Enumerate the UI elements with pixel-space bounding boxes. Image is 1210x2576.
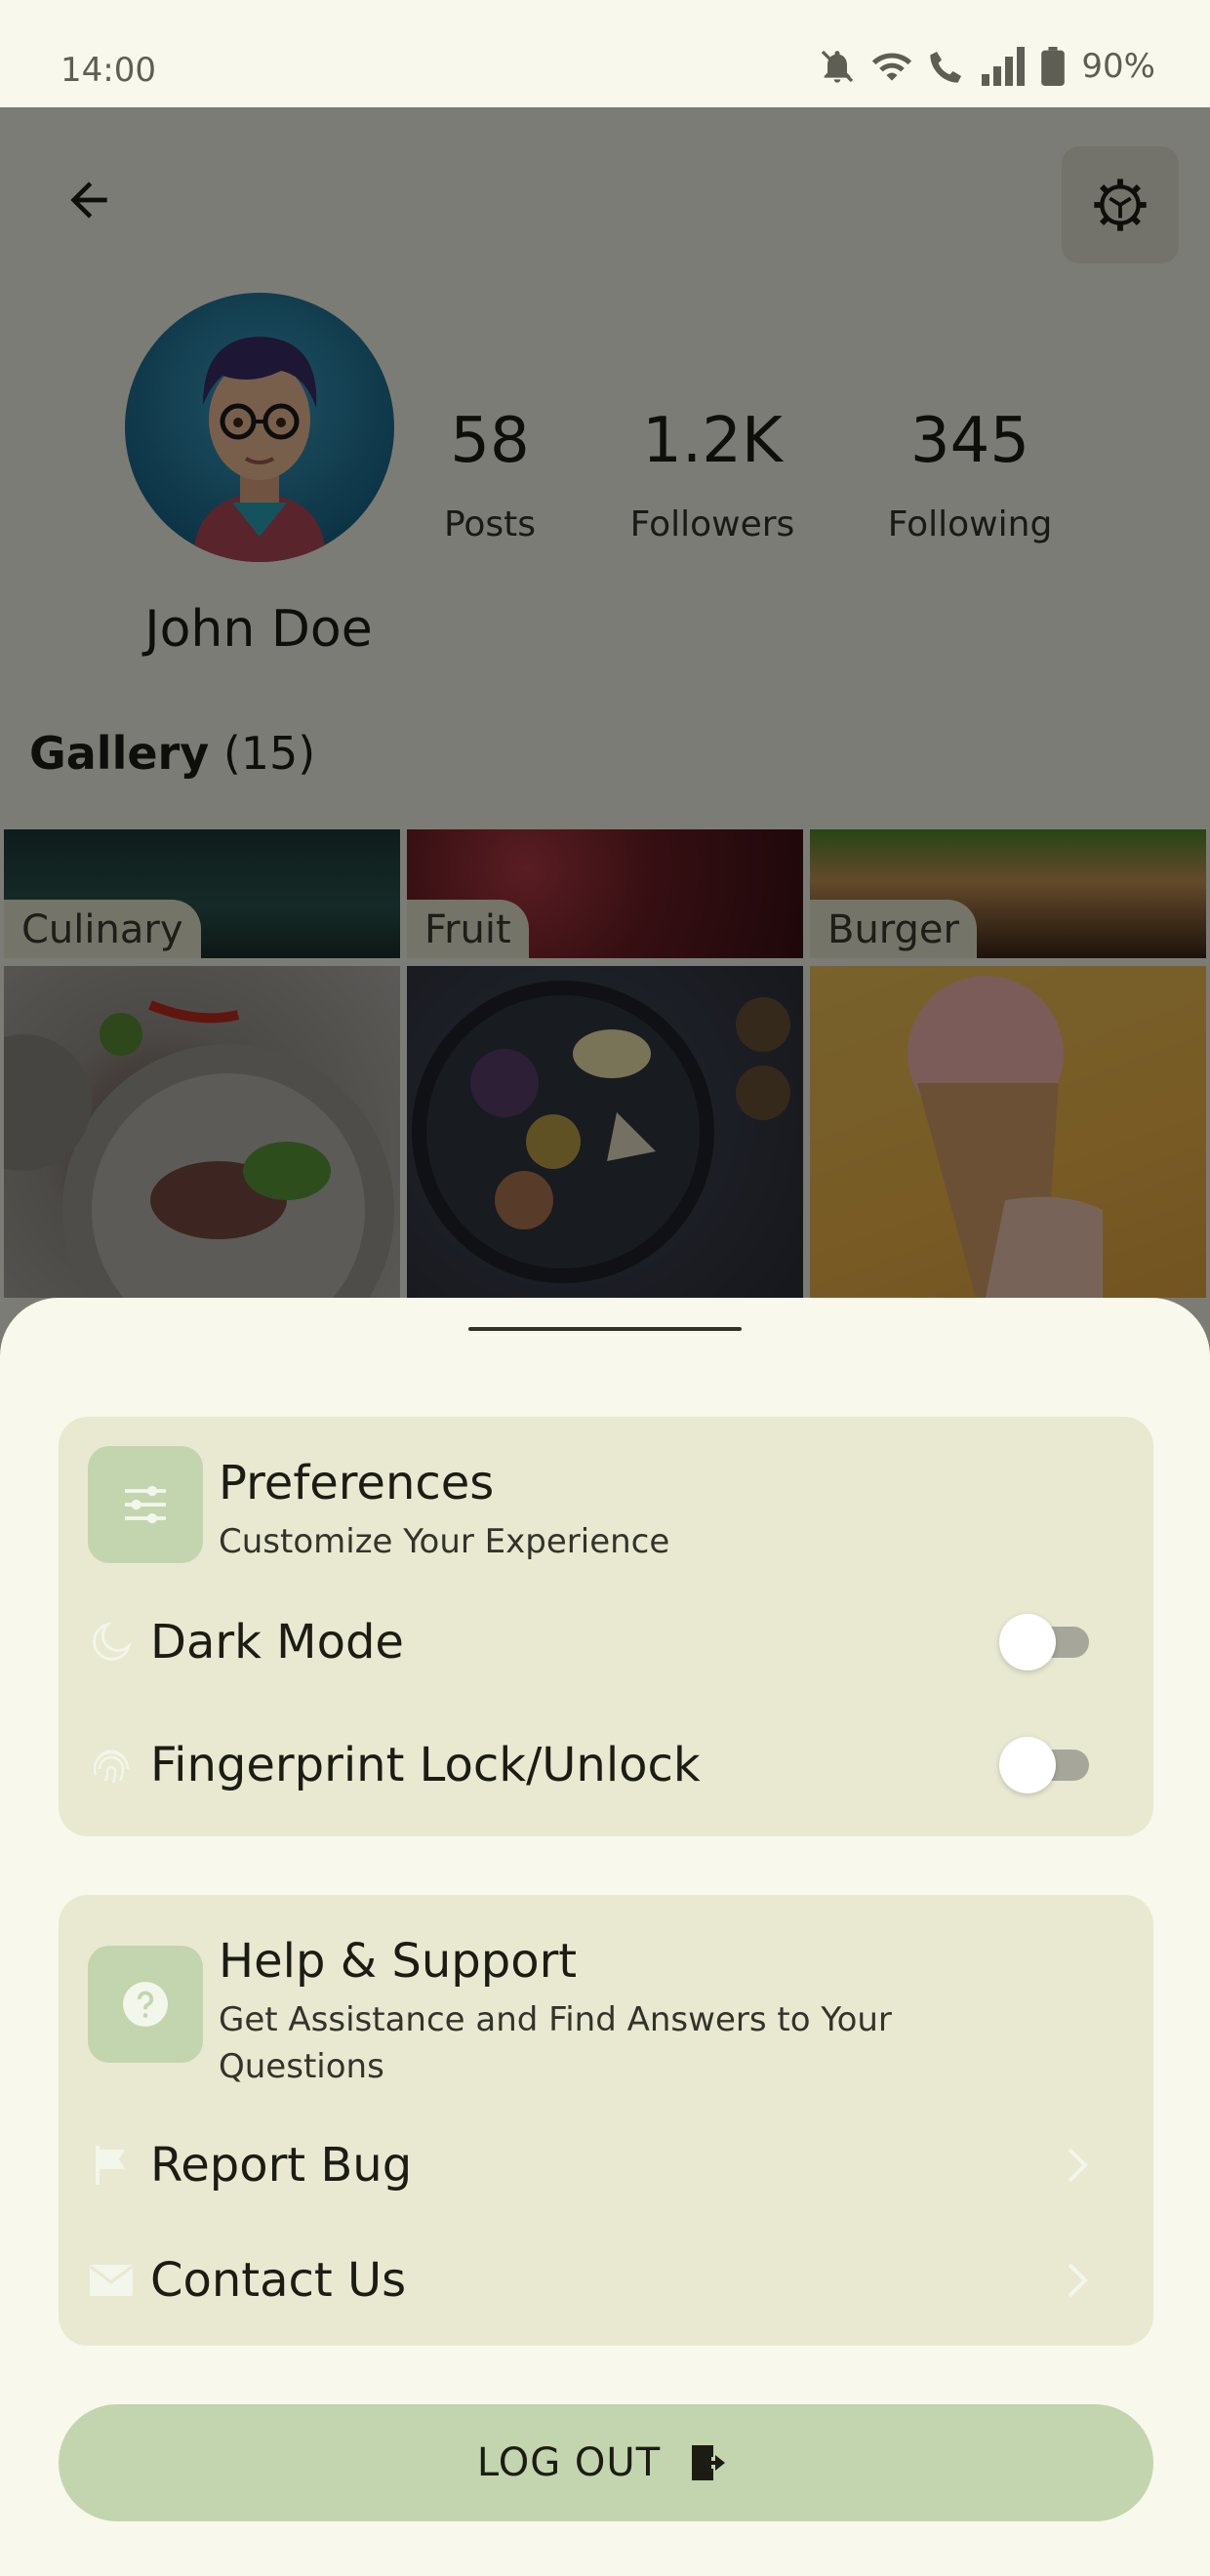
drag-handle[interactable] bbox=[468, 1327, 742, 1331]
signal-icon bbox=[980, 47, 1027, 86]
help-icon bbox=[123, 1982, 168, 2027]
row-right bbox=[1062, 2261, 1124, 2300]
dark-mode-toggle[interactable] bbox=[999, 1614, 1089, 1670]
fingerprint-icon bbox=[88, 1742, 135, 1789]
contact-us-label: Contact Us bbox=[150, 2253, 407, 2308]
fingerprint-toggle[interactable] bbox=[999, 1737, 1089, 1793]
tune-icon bbox=[125, 1485, 166, 1524]
settings-bottom-sheet: Preferences Customize Your Experience Da… bbox=[0, 1298, 1210, 2576]
logout-label: LOG OUT bbox=[476, 2440, 662, 2485]
moon-icon bbox=[88, 1619, 135, 1666]
row-right bbox=[999, 1737, 1124, 1793]
status-icons: 90% bbox=[818, 47, 1155, 86]
dark-mode-row[interactable]: Dark Mode bbox=[88, 1598, 1124, 1686]
fingerprint-label: Fingerprint Lock/Unlock bbox=[150, 1738, 701, 1792]
help-icon-box bbox=[88, 1946, 203, 2063]
row-right bbox=[999, 1614, 1124, 1670]
report-bug-label: Report Bug bbox=[150, 2138, 413, 2193]
report-bug-row[interactable]: Report Bug bbox=[88, 2121, 1124, 2209]
dark-mode-label: Dark Mode bbox=[150, 1615, 404, 1670]
toggle-thumb bbox=[999, 1737, 1056, 1793]
toggle-thumb bbox=[999, 1614, 1056, 1670]
row-right bbox=[1062, 2146, 1124, 2185]
status-time: 14:00 bbox=[60, 51, 156, 90]
mail-icon bbox=[88, 2257, 135, 2304]
logout-icon bbox=[692, 2445, 726, 2480]
mute-icon bbox=[818, 47, 857, 86]
preferences-subtitle: Customize Your Experience bbox=[219, 1522, 670, 1561]
flag-icon bbox=[88, 2142, 135, 2189]
preferences-card: Preferences Customize Your Experience Da… bbox=[59, 1417, 1153, 1836]
chevron-right-icon bbox=[1068, 2263, 1088, 2298]
preferences-title: Preferences bbox=[219, 1456, 495, 1510]
logout-button[interactable]: LOG OUT bbox=[59, 2404, 1153, 2521]
help-support-card: Help & Support Get Assistance and Find A… bbox=[59, 1895, 1153, 2346]
battery-percent: 90% bbox=[1081, 47, 1155, 86]
help-subtitle: Get Assistance and Find Answers to Your … bbox=[219, 2000, 892, 2086]
contact-us-row[interactable]: Contact Us bbox=[88, 2236, 1124, 2324]
fingerprint-row[interactable]: Fingerprint Lock/Unlock bbox=[88, 1721, 1124, 1809]
status-bar: 14:00 90% bbox=[0, 0, 1210, 107]
chevron-right-icon bbox=[1068, 2148, 1088, 2183]
battery-icon bbox=[1040, 47, 1066, 86]
wifi-icon bbox=[870, 47, 913, 86]
wifi-call-icon bbox=[927, 47, 966, 86]
help-title: Help & Support bbox=[219, 1934, 578, 1989]
preferences-icon-box bbox=[88, 1446, 203, 1563]
